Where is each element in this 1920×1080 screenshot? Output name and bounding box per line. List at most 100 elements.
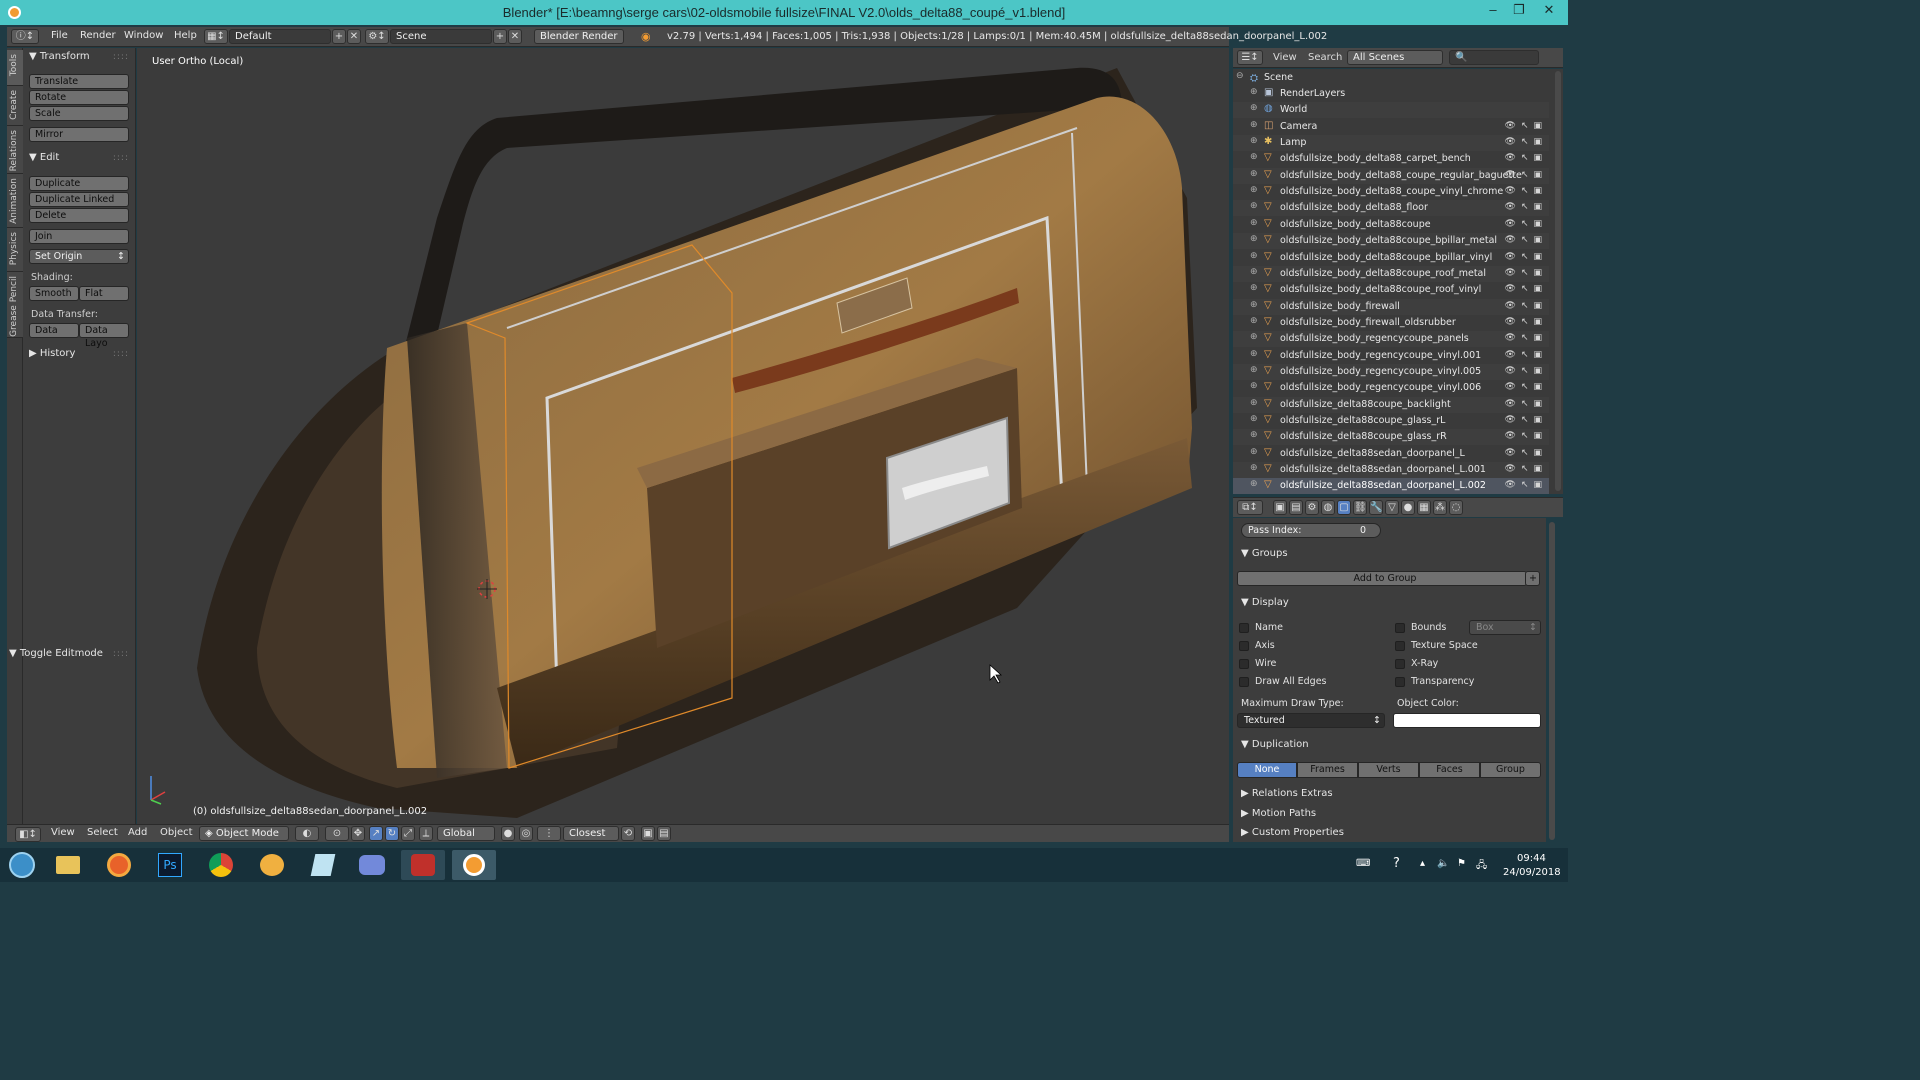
visibility-toggles[interactable]: 👁↖▣ [1505,448,1547,458]
expand-icon[interactable]: ⊕ [1250,365,1258,375]
menu-help[interactable]: Help [174,30,197,41]
proportional-edit-icon[interactable]: ◎ [519,826,533,841]
display-xray-checkbox[interactable] [1395,659,1405,669]
display-transparency-checkbox[interactable] [1395,677,1405,687]
outliner-item[interactable]: ⊕ ▽ oldsfullsize_body_delta88coupe 👁↖▣ [1233,217,1549,233]
visibility-toggles[interactable]: 👁↖▣ [1505,480,1547,490]
taskbar-app-eye[interactable] [250,850,294,880]
data-layout-button[interactable]: Data Layo [79,323,129,349]
taskbar-app-red[interactable] [401,850,445,880]
network-icon[interactable]: 🖧 [1476,858,1487,875]
expand-icon[interactable]: ⊕ [1250,283,1258,293]
taskbar-firefox[interactable] [97,850,141,880]
outliner-item[interactable]: ⊕ ✱ Lamp 👁↖▣ [1233,135,1549,152]
outliner-item[interactable]: ⊕ ▽ oldsfullsize_delta88sedan_doorpanel_L.… [1233,462,1549,479]
data-transfer-button[interactable]: Data [29,323,79,338]
start-button[interactable] [2,850,42,880]
add-layout-icon[interactable]: + [332,29,346,44]
new-group-icon[interactable]: + [1525,571,1540,586]
render-still-icon[interactable]: ▣ [641,826,655,841]
remove-layout-icon[interactable]: ✕ [347,29,361,44]
3d-viewport[interactable]: User Ortho (Local) (0) oldsfullsize_delt… [137,48,1229,824]
visibility-toggles[interactable]: 👁↖▣ [1505,268,1547,278]
duplication-group-button[interactable]: Group [1480,762,1541,778]
visibility-toggles[interactable]: 👁↖▣ [1505,137,1547,147]
menu-view[interactable]: View [51,827,75,838]
expand-icon[interactable]: ⊕ [1250,185,1258,195]
outliner-item[interactable]: ⊕ ▽ oldsfullsize_body_regencycoupe_vinyl.0… [1233,380,1549,396]
visibility-toggles[interactable]: 👁↖▣ [1505,317,1547,327]
volume-icon[interactable]: 🔈 [1437,858,1449,869]
tab-animation[interactable]: Animation [7,174,23,228]
outliner-item[interactable]: ⊕ ▽ oldsfullsize_body_delta88_coupe_vinyl_… [1233,184,1549,200]
constraints-tab-icon[interactable]: ⛓ [1353,500,1367,515]
outliner-item[interactable]: ⊕ ▽ oldsfullsize_delta88coupe_glass_rL 👁↖▣ [1233,413,1549,429]
expand-icon[interactable]: ⊕ [1250,120,1258,130]
expand-icon[interactable]: ⊕ [1250,398,1258,408]
tab-grease-pencil[interactable]: Grease Pencil [7,272,23,338]
menu-window[interactable]: Window [124,30,163,41]
taskbar-explorer[interactable] [46,850,90,880]
texture-tab-icon[interactable]: ▦ [1417,500,1431,515]
expand-icon[interactable]: ⊕ [1250,349,1258,359]
menu-add[interactable]: Add [128,827,147,838]
outliner-item[interactable]: ⊕ ▽ oldsfullsize_body_delta88coupe_roof_me… [1233,265,1549,282]
outliner-item[interactable]: ⊕ ◫ Camera 👁↖▣ [1233,119,1549,135]
viewport-shading-icon[interactable]: ◐ [295,826,319,841]
scale-manipulator-icon[interactable]: ⤢ [401,826,415,841]
remove-scene-icon[interactable]: ✕ [508,29,522,44]
expand-icon[interactable]: ⊕ [1250,300,1258,310]
outliner-menu-view[interactable]: View [1273,52,1297,63]
properties-editor-type-icon[interactable]: ⧉↕ [1237,500,1263,515]
scene-icon[interactable]: ⚙↕ [365,29,389,44]
expand-icon[interactable]: ⊕ [1250,430,1258,440]
mode-select[interactable]: ◈ Object Mode [199,826,289,841]
outliner-item[interactable]: ⊕ ▽ oldsfullsize_body_delta88_coupe_regula… [1233,167,1549,184]
duplicate-button[interactable]: Duplicate [29,176,129,191]
render-layers-tab-icon[interactable]: ▤ [1289,500,1303,515]
edit-panel-header[interactable]: ▼ Edit [29,152,59,163]
manipulator-orientation-icon[interactable]: ⟂ [419,826,433,841]
expand-icon[interactable]: ⊕ [1250,316,1258,326]
duplicate-linked-button[interactable]: Duplicate Linked [29,192,129,207]
visibility-toggles[interactable]: 👁↖▣ [1505,170,1547,180]
outliner-display-mode-select[interactable]: All Scenes [1347,50,1443,65]
modifiers-tab-icon[interactable]: 🔧 [1369,500,1383,515]
expand-icon[interactable]: ⊕ [1250,251,1258,261]
duplication-panel-header[interactable]: ▼ Duplication [1241,739,1309,750]
pivot-point-icon[interactable]: ⊙ [325,826,349,841]
tab-relations[interactable]: Relations [7,126,23,174]
visibility-toggles[interactable]: 👁↖▣ [1505,284,1547,294]
outliner-item[interactable]: ⊕ ▽ oldsfullsize_body_regencycoupe_vinyl.0… [1233,348,1549,364]
expand-icon[interactable]: ⊕ [1250,414,1258,424]
material-tab-icon[interactable]: ● [1401,500,1415,515]
taskbar-discord[interactable] [350,850,394,880]
scene-select[interactable]: Scene [390,29,492,44]
duplication-none-button[interactable]: None [1237,762,1297,778]
visibility-toggles[interactable]: 👁↖▣ [1505,382,1547,392]
visibility-toggles[interactable]: 👁↖▣ [1505,464,1547,474]
close-button[interactable]: ✕ [1536,0,1562,22]
layers-icon[interactable]: ● [501,826,515,841]
visibility-toggles[interactable]: 👁↖▣ [1505,399,1547,409]
groups-panel-header[interactable]: ▼ Groups [1241,548,1288,559]
menu-select[interactable]: Select [87,827,118,838]
properties-scrollbar[interactable] [1549,522,1555,840]
display-axis-checkbox[interactable] [1239,641,1249,651]
outliner-item[interactable]: ⊕ ▣ RenderLayers [1233,86,1549,102]
visibility-toggles[interactable]: 👁↖▣ [1505,235,1547,245]
expand-icon[interactable]: ⊕ [1250,267,1258,277]
delete-button[interactable]: Delete [29,208,129,223]
expand-icon[interactable]: ⊕ [1250,87,1258,97]
relations-extras-panel-header[interactable]: ▶ Relations Extras [1241,788,1333,799]
translate-manipulator-icon[interactable]: ↗ [369,826,383,841]
world-tab-icon[interactable]: ◍ [1321,500,1335,515]
outliner-item[interactable]: ⊕ ▽ oldsfullsize_body_delta88coupe_bpillar… [1233,250,1549,266]
render-anim-icon[interactable]: ▤ [657,826,671,841]
outliner-scrollbar[interactable] [1555,71,1561,491]
scale-button[interactable]: Scale [29,106,129,121]
snap-align-icon[interactable]: ⟲ [621,826,635,841]
display-panel-header[interactable]: ▼ Display [1241,597,1289,608]
join-button[interactable]: Join [29,229,129,244]
flat-shading-button[interactable]: Flat [79,286,129,301]
